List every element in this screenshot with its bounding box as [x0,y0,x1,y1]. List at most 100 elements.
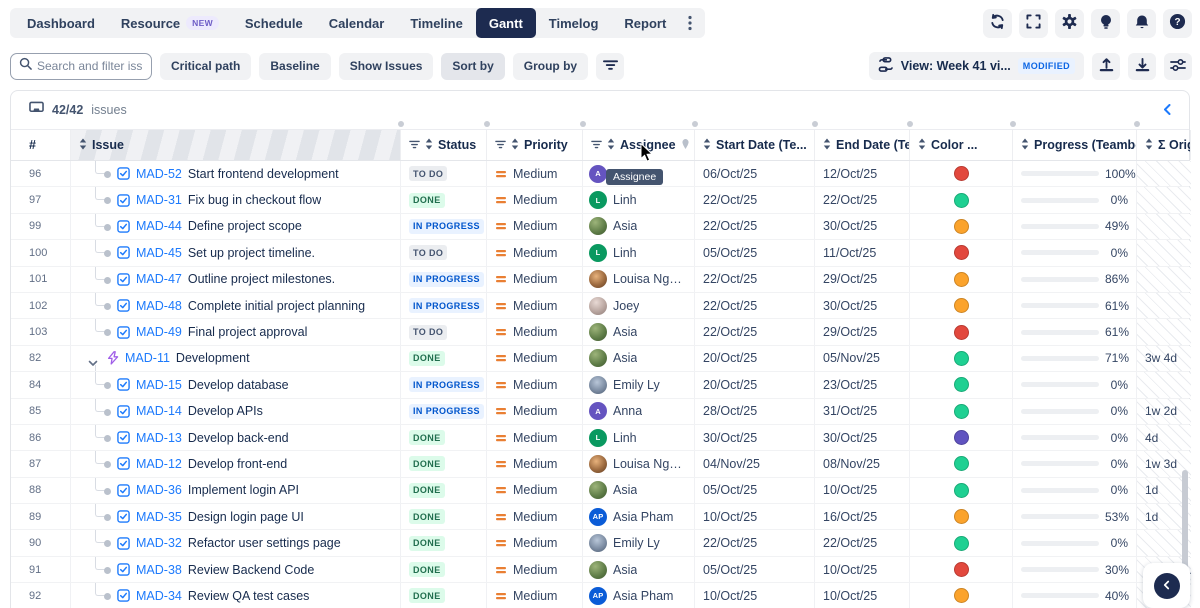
column-resize-handle[interactable] [812,121,818,127]
column-header-estimate[interactable]: Σ Origi... [1137,130,1191,160]
assignee-cell[interactable]: APAsia Pham [583,583,695,608]
end-date-cell[interactable]: 29/Oct/25 [815,267,910,292]
issue-row-mad-31[interactable]: 97 MAD-31 Fix bug in checkout flow DONE … [11,187,1189,213]
help-button[interactable]: ? [1163,9,1192,38]
color-cell[interactable] [910,583,1013,608]
status-cell[interactable]: DONE [401,451,487,476]
filter-icon[interactable] [409,138,420,152]
status-cell[interactable]: IN PROGRESS [401,214,487,239]
issue-key-link[interactable]: MAD-45 [136,246,182,260]
sort-icon[interactable] [703,138,711,153]
color-cell[interactable] [910,346,1013,371]
color-cell[interactable] [910,240,1013,265]
issue-row-mad-44[interactable]: 99 MAD-44 Define project scope IN PROGRE… [11,214,1189,240]
assignee-cell[interactable]: Asia [583,557,695,582]
issue-key-link[interactable]: MAD-35 [136,510,182,524]
end-date-cell[interactable]: 30/Oct/25 [815,214,910,239]
assignee-cell[interactable]: Asia [583,478,695,503]
column-resize-handle[interactable] [484,121,490,127]
start-date-cell[interactable]: 30/Oct/25 [695,425,815,450]
start-date-cell[interactable]: 10/Oct/25 [695,583,815,608]
issue-row-mad-32[interactable]: 90 MAD-32 Refactor user settings page DO… [11,530,1189,556]
priority-cell[interactable]: Medium [487,319,583,344]
assignee-cell[interactable]: Emily Ly [583,372,695,397]
issue-row-mad-52[interactable]: 96 MAD-52 Start frontend development TO … [11,161,1189,187]
priority-cell[interactable]: Medium [487,399,583,424]
end-date-cell[interactable]: 11/Oct/25 [815,240,910,265]
priority-cell[interactable]: Medium [487,478,583,503]
assignee-cell[interactable]: LLinh [583,425,695,450]
priority-cell[interactable]: Medium [487,267,583,292]
issue-summary[interactable]: Development [176,351,250,365]
start-date-cell[interactable]: 22/Oct/25 [695,267,815,292]
start-date-cell[interactable]: 10/Oct/25 [695,504,815,529]
view-settings-button[interactable] [1164,53,1192,80]
start-date-cell[interactable]: 22/Oct/25 [695,214,815,239]
issue-row-mad-13[interactable]: 86 MAD-13 Develop back-end DONE MediumLL… [11,425,1189,451]
end-date-cell[interactable]: 10/Oct/25 [815,557,910,582]
color-cell[interactable] [910,425,1013,450]
issue-key-link[interactable]: MAD-13 [136,431,182,445]
end-date-cell[interactable]: 08/Nov/25 [815,451,910,476]
assignee-cell[interactable]: Asia [583,319,695,344]
vertical-scrollbar[interactable] [1182,470,1188,575]
issue-row-mad-15[interactable]: 84 MAD-15 Develop database IN PROGRESS M… [11,372,1189,398]
color-cell[interactable] [910,214,1013,239]
nav-tab-timeline[interactable]: Timeline [397,8,476,38]
issue-key-link[interactable]: MAD-36 [136,483,182,497]
issue-row-mad-35[interactable]: 89 MAD-35 Design login page UI DONE Medi… [11,504,1189,530]
column-resize-handle[interactable] [692,121,698,127]
end-date-cell[interactable]: 30/Oct/25 [815,425,910,450]
column-resize-handle[interactable] [1010,121,1016,127]
status-cell[interactable]: DONE [401,187,487,212]
assignee-cell[interactable]: Asia [583,346,695,371]
status-cell[interactable]: TO DO [401,319,487,344]
issue-summary[interactable]: Start frontend development [188,167,339,181]
end-date-cell[interactable]: 10/Oct/25 [815,478,910,503]
issue-summary[interactable]: Design login page UI [188,510,304,524]
priority-cell[interactable]: Medium [487,214,583,239]
show-issues-button[interactable]: Show Issues [339,53,434,80]
issue-key-link[interactable]: MAD-12 [136,457,182,471]
status-cell[interactable]: DONE [401,346,487,371]
view-selector-button[interactable]: View: Week 41 vi... MODIFIED [869,52,1084,80]
color-cell[interactable] [910,557,1013,582]
sort-by-button[interactable]: Sort by [441,53,504,80]
issue-row-mad-36[interactable]: 88 MAD-36 Implement login API DONE Mediu… [11,478,1189,504]
status-cell[interactable]: IN PROGRESS [401,293,487,318]
nav-tab-schedule[interactable]: Schedule [232,8,316,38]
column-header-progress[interactable]: Progress (Teamboard) [1013,130,1137,160]
end-date-cell[interactable]: 31/Oct/25 [815,399,910,424]
priority-cell[interactable]: Medium [487,583,583,608]
start-date-cell[interactable]: 05/Oct/25 [695,478,815,503]
start-date-cell[interactable]: 06/Oct/25 [695,161,815,186]
issue-key-link[interactable]: MAD-49 [136,325,182,339]
issue-row-mad-14[interactable]: 85 MAD-14 Develop APIs IN PROGRESS Mediu… [11,399,1189,425]
issue-summary[interactable]: Set up project timeline. [188,246,315,260]
sync-button[interactable] [983,9,1012,38]
column-header-issue[interactable]: Issue [71,130,401,160]
start-date-cell[interactable]: 22/Oct/25 [695,293,815,318]
priority-cell[interactable]: Medium [487,240,583,265]
issue-summary[interactable]: Develop front-end [188,457,287,471]
critical-path-button[interactable]: Critical path [160,53,251,80]
issue-summary[interactable]: Refactor user settings page [188,536,341,550]
color-cell[interactable] [910,530,1013,555]
nav-tab-timelog[interactable]: Timelog [536,8,612,38]
issue-summary[interactable]: Define project scope [188,219,302,233]
color-cell[interactable] [910,399,1013,424]
end-date-cell[interactable]: 23/Oct/25 [815,372,910,397]
color-cell[interactable] [910,504,1013,529]
search-box[interactable] [10,53,152,80]
status-cell[interactable]: IN PROGRESS [401,267,487,292]
issue-key-link[interactable]: MAD-14 [136,404,182,418]
end-date-cell[interactable]: 22/Oct/25 [815,187,910,212]
search-input[interactable] [37,59,143,73]
status-cell[interactable]: TO DO [401,240,487,265]
column-resize-handle[interactable] [580,121,586,127]
nav-more-kebab-icon[interactable] [679,8,701,38]
bulb-button[interactable] [1091,9,1120,38]
sort-icon[interactable] [823,138,831,153]
priority-cell[interactable]: Medium [487,372,583,397]
assignee-cell[interactable]: Joey [583,293,695,318]
